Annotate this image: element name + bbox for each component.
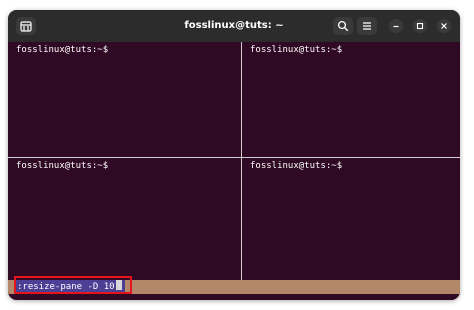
- close-button[interactable]: [437, 19, 451, 33]
- title-bar[interactable]: fosslinux@tuts: ~: [8, 10, 460, 42]
- tmux-pane-bottom-left[interactable]: fosslinux@tuts:~$: [8, 158, 241, 280]
- shell-prompt: fosslinux@tuts:~$: [16, 161, 109, 171]
- pane-divider-vertical[interactable]: [241, 42, 242, 280]
- terminal-window: fosslinux@tuts: ~ fosslinux@tuts:~$ foss…: [8, 10, 460, 300]
- shell-prompt: fosslinux@tuts:~$: [250, 45, 343, 55]
- pane-divider-horizontal[interactable]: [8, 157, 460, 158]
- highlight-annotation-box: [14, 276, 132, 294]
- maximize-button[interactable]: [413, 19, 427, 33]
- menu-button[interactable]: [357, 17, 377, 35]
- minimize-icon: [393, 25, 399, 28]
- hamburger-menu-icon: [363, 22, 371, 30]
- search-button[interactable]: [333, 17, 353, 35]
- terminal-area[interactable]: fosslinux@tuts:~$ fosslinux@tuts:~$ foss…: [8, 42, 460, 300]
- tmux-pane-top-left[interactable]: fosslinux@tuts:~$: [8, 42, 241, 157]
- minimize-button[interactable]: [389, 19, 403, 33]
- maximize-icon: [416, 22, 424, 30]
- shell-prompt: fosslinux@tuts:~$: [16, 45, 109, 55]
- close-icon: [441, 23, 447, 29]
- tmux-pane-bottom-right[interactable]: fosslinux@tuts:~$: [242, 158, 460, 280]
- search-icon: [337, 20, 349, 32]
- tmux-pane-top-right[interactable]: fosslinux@tuts:~$: [242, 42, 460, 157]
- shell-prompt: fosslinux@tuts:~$: [250, 161, 343, 171]
